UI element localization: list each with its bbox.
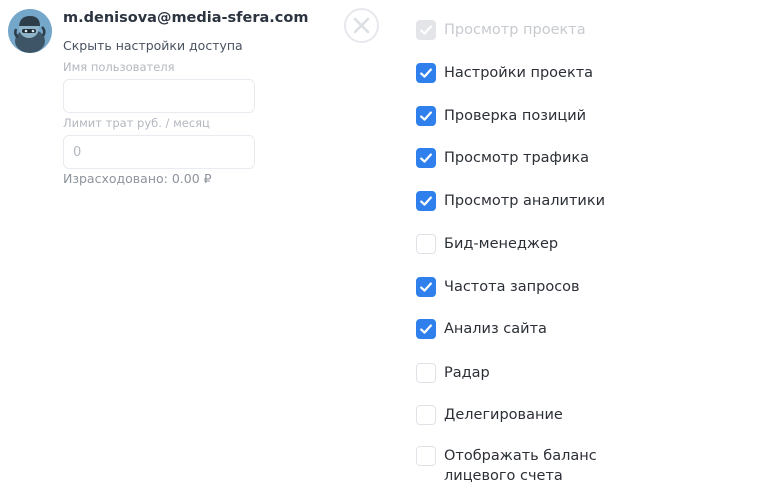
permission-label: Настройки проекта <box>444 65 594 81</box>
permission-bid-manager[interactable]: Бид-менеджер <box>416 234 558 254</box>
permission-label: Просмотр трафика <box>444 150 590 166</box>
checkmark-icon <box>420 282 432 292</box>
checkmark-icon <box>420 153 432 163</box>
username-label: Имя пользователя <box>63 60 175 74</box>
checkmark-icon <box>420 324 432 334</box>
checkbox-bid-manager[interactable] <box>416 234 436 254</box>
permission-radar[interactable]: Радар <box>416 363 490 383</box>
permission-query-frequency[interactable]: Частота запросов <box>416 277 580 297</box>
checkbox-radar[interactable] <box>416 363 436 383</box>
permission-show-account-balance[interactable]: Отображать баланс лицевого счета <box>416 446 614 486</box>
permission-label: Радар <box>444 365 490 381</box>
permission-view-traffic[interactable]: Просмотр трафика <box>416 148 589 168</box>
permission-view-project[interactable]: Просмотр проекта <box>416 20 586 40</box>
permission-position-check[interactable]: Проверка позиций <box>416 106 586 126</box>
user-email: m.denisova@media-sfera.com <box>63 10 309 26</box>
avatar <box>8 9 52 53</box>
checkbox-delegation[interactable] <box>416 405 436 425</box>
permission-label: Делегирование <box>444 407 563 423</box>
username-input[interactable] <box>63 79 255 113</box>
permission-label: Проверка позиций <box>444 108 587 124</box>
close-button[interactable] <box>344 8 379 43</box>
permission-project-settings[interactable]: Настройки проекта <box>416 63 593 83</box>
checkmark-icon <box>420 25 432 35</box>
permission-label: Бид-менеджер <box>444 236 559 252</box>
limit-label: Лимит трат руб. / месяц <box>63 116 210 130</box>
permission-label: Просмотр проекта <box>444 22 586 38</box>
spend-limit-input[interactable] <box>63 135 255 169</box>
checkbox-site-analysis[interactable] <box>416 319 436 339</box>
checkbox-view-analytics[interactable] <box>416 191 436 211</box>
access-settings-panel: m.denisova@media-sfera.com Скрыть настро… <box>0 0 768 501</box>
checkbox-position-check[interactable] <box>416 106 436 126</box>
permission-label: Частота запросов <box>444 279 580 295</box>
permission-view-analytics[interactable]: Просмотр аналитики <box>416 191 605 211</box>
permission-site-analysis[interactable]: Анализ сайта <box>416 319 547 339</box>
permission-label: Анализ сайта <box>444 321 547 337</box>
hide-access-settings-link[interactable]: Скрыть настройки доступа <box>63 38 243 53</box>
checkmark-icon <box>420 68 432 78</box>
checkmark-icon <box>420 196 432 206</box>
permission-label: Отображать баланс лицевого счета <box>444 448 597 484</box>
checkbox-show-account-balance[interactable] <box>416 446 436 466</box>
permission-label: Просмотр аналитики <box>444 193 606 209</box>
checkmark-icon <box>420 111 432 121</box>
permission-delegation[interactable]: Делегирование <box>416 405 563 425</box>
checkbox-view-project[interactable] <box>416 20 436 40</box>
checkbox-project-settings[interactable] <box>416 63 436 83</box>
spent-amount: Израсходовано: 0.00 ₽ <box>63 171 212 186</box>
checkbox-query-frequency[interactable] <box>416 277 436 297</box>
checkbox-view-traffic[interactable] <box>416 148 436 168</box>
